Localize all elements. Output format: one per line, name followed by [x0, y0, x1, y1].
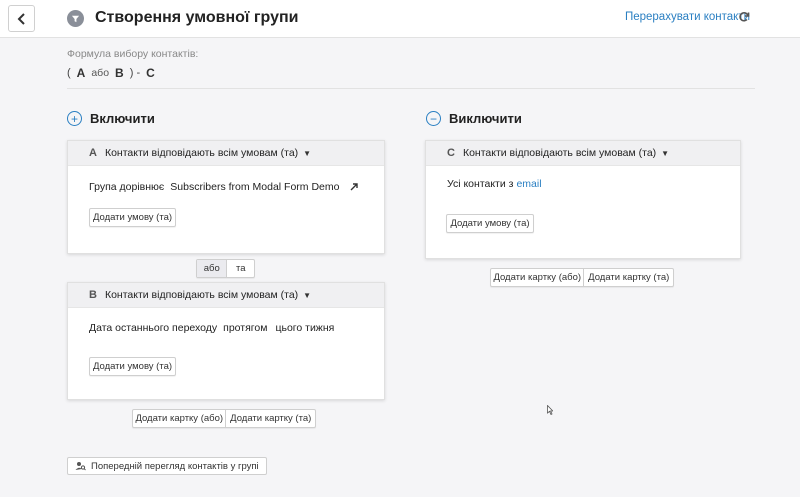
add-condition-button[interactable]: Додати умову (та) [446, 214, 534, 233]
formula-paren-open: ( [67, 67, 71, 79]
card-letter: B [89, 289, 97, 301]
card-header: C Контакти відповідають всім умовам (та)… [426, 141, 740, 166]
refresh-icon[interactable] [738, 11, 750, 23]
page-title: Створення умовної групи [95, 9, 299, 26]
external-link-icon[interactable] [349, 182, 359, 192]
include-section-header: + Включити [67, 111, 155, 126]
minus-circle-icon[interactable]: − [426, 111, 441, 126]
add-card-or-button[interactable]: Додати картку (або) [491, 269, 583, 286]
chevron-down-icon: ▼ [303, 290, 312, 300]
divider [67, 88, 755, 89]
condition-card-a: A Контакти відповідають всім умовам (та)… [67, 140, 385, 254]
join-toggle: або та [196, 259, 255, 278]
add-card-buttons: Додати картку (або) Додати картку (та) [132, 409, 316, 428]
user-search-icon [75, 462, 86, 471]
condition-value-link[interactable]: email [516, 178, 541, 190]
card-mode-label: Контакти відповідають всім умовам (та) [462, 147, 657, 159]
header-bar: Створення умовної групи Перерахувати кон… [0, 0, 800, 38]
card-mode-dropdown[interactable]: Контакти відповідають всім умовам (та) ▼ [463, 147, 669, 159]
card-mode-dropdown[interactable]: Контакти відповідають всім умовам (та) ▼ [105, 289, 311, 301]
condition-card-c: C Контакти відповідають всім умовам (та)… [425, 140, 741, 259]
exclude-title: Виключити [449, 111, 522, 126]
exclude-section-header: − Виключити [426, 111, 522, 126]
card-mode-label: Контакти відповідають всім умовам (та) [104, 289, 299, 301]
condition-row[interactable]: Усі контакти з email [447, 178, 542, 190]
add-card-or-button[interactable]: Додати картку (або) [133, 410, 225, 427]
condition-text: Група дорівнює [89, 181, 165, 193]
card-letter: A [89, 147, 97, 159]
chevron-down-icon: ▼ [303, 148, 312, 158]
plus-circle-icon[interactable]: + [67, 111, 82, 126]
card-letter: C [447, 147, 455, 159]
condition-card-b: B Контакти відповідають всім умовам (та)… [67, 282, 385, 400]
formula-or: або [91, 67, 110, 79]
condition-value: Subscribers from Modal Form Demo [170, 181, 340, 193]
preview-contacts-button[interactable]: Попередній перегляд контактів у групі [67, 457, 267, 475]
join-and-button[interactable]: та [226, 260, 254, 277]
formula-label: Формула вибору контактів: [67, 48, 199, 60]
card-mode-dropdown[interactable]: Контакти відповідають всім умовам (та) ▼ [105, 147, 311, 159]
chevron-down-icon: ▼ [661, 148, 670, 158]
formula-close-minus: ) - [129, 67, 141, 79]
join-or-button[interactable]: або [197, 260, 227, 277]
back-button[interactable] [8, 5, 35, 32]
card-mode-label: Контакти відповідають всім умовам (та) [104, 147, 299, 159]
recalculate-contacts-link[interactable]: Перерахувати контакти [625, 11, 750, 23]
add-card-and-button[interactable]: Додати картку (та) [225, 410, 315, 427]
add-card-and-button[interactable]: Додати картку (та) [583, 269, 673, 286]
chevron-left-icon [17, 12, 25, 25]
condition-row[interactable]: Група дорівнює Subscribers from Modal Fo… [89, 181, 359, 193]
formula-c: C [146, 66, 155, 80]
add-condition-button[interactable]: Додати умову (та) [89, 357, 176, 376]
card-header: B Контакти відповідають всім умовам (та)… [68, 283, 384, 308]
filter-icon [67, 10, 84, 27]
preview-label: Попередній перегляд контактів у групі [91, 460, 259, 472]
condition-operator: протягом [223, 322, 268, 334]
include-title: Включити [90, 111, 155, 126]
condition-text: Дата останнього переходу [89, 322, 218, 334]
formula-a: A [76, 66, 86, 80]
formula-b: B [115, 66, 124, 80]
add-condition-button[interactable]: Додати умову (та) [89, 208, 176, 227]
condition-row[interactable]: Дата останнього переходу протягом цього … [89, 322, 334, 334]
mouse-cursor-icon [547, 405, 553, 415]
card-header: A Контакти відповідають всім умовам (та)… [68, 141, 384, 166]
condition-text: Усі контакти з [447, 178, 514, 190]
formula: ( A або B ) - C [67, 66, 155, 80]
add-card-buttons: Додати картку (або) Додати картку (та) [490, 268, 674, 287]
condition-value: цього тижня [275, 322, 335, 334]
